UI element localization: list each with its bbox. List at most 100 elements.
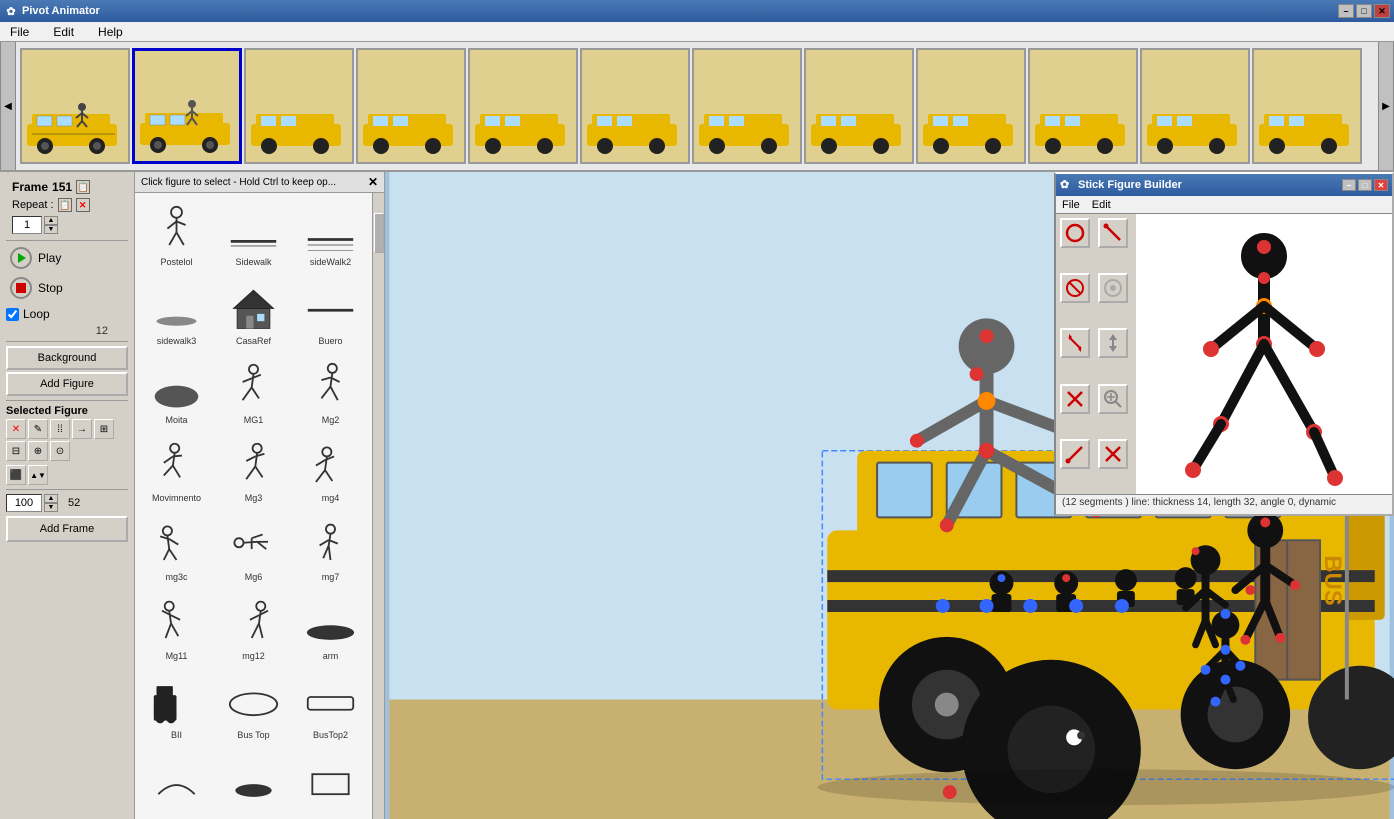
edit-figure-tool[interactable]: ✎: [28, 419, 48, 439]
zoom-input[interactable]: [6, 494, 42, 512]
repeat-delete-icon[interactable]: ✕: [76, 198, 90, 212]
close-button[interactable]: ✕: [1374, 4, 1390, 18]
figure-item-mg11[interactable]: Mg11: [139, 591, 214, 668]
figure-item-postelol[interactable]: Postelol: [139, 197, 214, 274]
figure-item-moita[interactable]: Moita: [139, 355, 214, 432]
sfb-tool-no-circle[interactable]: [1060, 273, 1090, 303]
figure-panel-scrollbar[interactable]: [372, 193, 384, 819]
frame-thumb-9[interactable]: [916, 48, 1026, 164]
figure-item-mg7[interactable]: mg7: [293, 512, 368, 589]
frame-thumb-7[interactable]: [692, 48, 802, 164]
delete-figure-tool[interactable]: ✕: [6, 419, 26, 439]
menu-help[interactable]: Help: [92, 23, 129, 41]
figure-tool-5[interactable]: ⊞: [94, 419, 114, 439]
sfb-tool-arrows[interactable]: [1098, 328, 1128, 358]
figure-item-sidewalk3[interactable]: sidewalk3: [139, 276, 214, 353]
add-frame-button[interactable]: Add Frame: [6, 516, 128, 542]
figure-name-bustop2: BusTop2: [313, 730, 348, 740]
figure-item-bustop[interactable]: Bus Top: [216, 670, 291, 747]
figure-item-movimnento[interactable]: Movimnento: [139, 433, 214, 510]
maximize-button[interactable]: □: [1356, 4, 1372, 18]
menu-file[interactable]: File: [4, 23, 35, 41]
figure-item-sidewalk[interactable]: Sidewalk: [216, 197, 291, 274]
figure-item-bii[interactable]: BII: [139, 670, 214, 747]
figure-img-sidewalk: [224, 202, 284, 257]
figure-item-sidewalk2[interactable]: sideWalk2: [293, 197, 368, 274]
figure-item-mg12[interactable]: mg12: [216, 591, 291, 668]
background-button[interactable]: Background: [6, 346, 128, 370]
minimize-button[interactable]: –: [1338, 4, 1354, 18]
menu-edit[interactable]: Edit: [47, 23, 80, 41]
figure-tool-6[interactable]: ⊟: [6, 441, 26, 461]
sfb-minimize-btn[interactable]: –: [1342, 179, 1356, 191]
figure-item-arm[interactable]: arm: [293, 591, 368, 668]
frame-scroll-right[interactable]: ▶: [1378, 42, 1394, 171]
figure-img-arm: [301, 596, 361, 651]
zoom-down[interactable]: ▼: [44, 503, 58, 512]
figure-item-buero[interactable]: Buero: [293, 276, 368, 353]
repeat-down-arrow[interactable]: ▼: [44, 225, 58, 234]
play-label: Play: [38, 251, 61, 265]
sfb-close-btn[interactable]: ✕: [1374, 179, 1388, 191]
figure-item-extra3[interactable]: [293, 748, 368, 815]
canvas-area[interactable]: BUS: [385, 172, 1394, 819]
menu-bar: File Edit Help: [0, 22, 1394, 42]
figure-tool-8[interactable]: ⊙: [50, 441, 70, 461]
figure-panel-scroll-thumb[interactable]: [374, 213, 384, 253]
frame-copy-icon[interactable]: 📋: [76, 180, 90, 194]
figure-panel-close[interactable]: ✕: [368, 175, 378, 189]
figure-item-mg3[interactable]: Mg3: [216, 433, 291, 510]
sfb-tool-line[interactable]: [1098, 218, 1128, 248]
play-button[interactable]: Play: [6, 245, 128, 271]
loop-checkbox[interactable]: [6, 308, 19, 321]
frame-thumb-6[interactable]: [580, 48, 690, 164]
add-figure-button[interactable]: Add Figure: [6, 372, 128, 396]
zoom-up[interactable]: ▲: [44, 494, 58, 503]
figure-img-extra2: [224, 753, 284, 808]
figure-item-mg4[interactable]: mg4: [293, 433, 368, 510]
figure-tool-9[interactable]: ⬛: [6, 465, 26, 485]
repeat-up-arrow[interactable]: ▲: [44, 216, 58, 225]
sfb-tool-color-delete[interactable]: [1098, 439, 1128, 469]
sfb-tool-circle[interactable]: [1060, 218, 1090, 248]
frame-thumb-10[interactable]: [1028, 48, 1138, 164]
sfb-menu-file[interactable]: File: [1062, 199, 1080, 211]
repeat-copy-icon[interactable]: 📋: [58, 198, 72, 212]
sfb-tool-color-line[interactable]: [1060, 439, 1090, 469]
sfb-tool-delete[interactable]: [1060, 384, 1090, 414]
frame-strip: ◀: [0, 42, 1394, 172]
figure-item-mg3c[interactable]: mg3c: [139, 512, 214, 589]
sfb-menu-edit[interactable]: Edit: [1092, 199, 1111, 211]
frame-thumb-8[interactable]: [804, 48, 914, 164]
frame-thumb-3[interactable]: [244, 48, 354, 164]
figure-item-extra1[interactable]: [139, 748, 214, 815]
frame-strip-inner: [16, 44, 1378, 168]
frame-thumb-11[interactable]: [1140, 48, 1250, 164]
sfb-tool-lock[interactable]: [1098, 273, 1128, 303]
figure-tool-3[interactable]: ⁞⁞: [50, 419, 70, 439]
stop-button[interactable]: Stop: [6, 275, 128, 301]
sfb-tool-resize[interactable]: [1060, 328, 1090, 358]
f12: [1259, 99, 1354, 154]
sfb-tool-zoom[interactable]: [1098, 384, 1128, 414]
repeat-value-input[interactable]: [12, 216, 42, 234]
figure-item-casaref[interactable]: CasaRef: [216, 276, 291, 353]
figure-tool-7[interactable]: ⊕: [28, 441, 48, 461]
frame-thumb-2[interactable]: [132, 48, 242, 164]
figure-item-extra2[interactable]: [216, 748, 291, 815]
figure-item-mg1[interactable]: MG1: [216, 355, 291, 432]
frame-thumb-1[interactable]: [20, 48, 130, 164]
figure-item-bustop2[interactable]: BusTop2: [293, 670, 368, 747]
figure-name-sidewalk: Sidewalk: [235, 257, 271, 267]
figure-item-mg2[interactable]: Mg2: [293, 355, 368, 432]
frame-thumb-4[interactable]: [356, 48, 466, 164]
sfb-canvas[interactable]: [1136, 214, 1392, 494]
frame-thumb-12[interactable]: [1252, 48, 1362, 164]
sfb-maximize-btn[interactable]: □: [1358, 179, 1372, 191]
frame-thumb-5[interactable]: [468, 48, 578, 164]
figure-tool-10[interactable]: ▲▼: [28, 465, 48, 485]
frame-scroll-left[interactable]: ◀: [0, 42, 16, 171]
figure-tool-4[interactable]: →: [72, 419, 92, 439]
figure-item-mg6[interactable]: Mg6: [216, 512, 291, 589]
figure-img-sidewalk3: [147, 281, 207, 336]
